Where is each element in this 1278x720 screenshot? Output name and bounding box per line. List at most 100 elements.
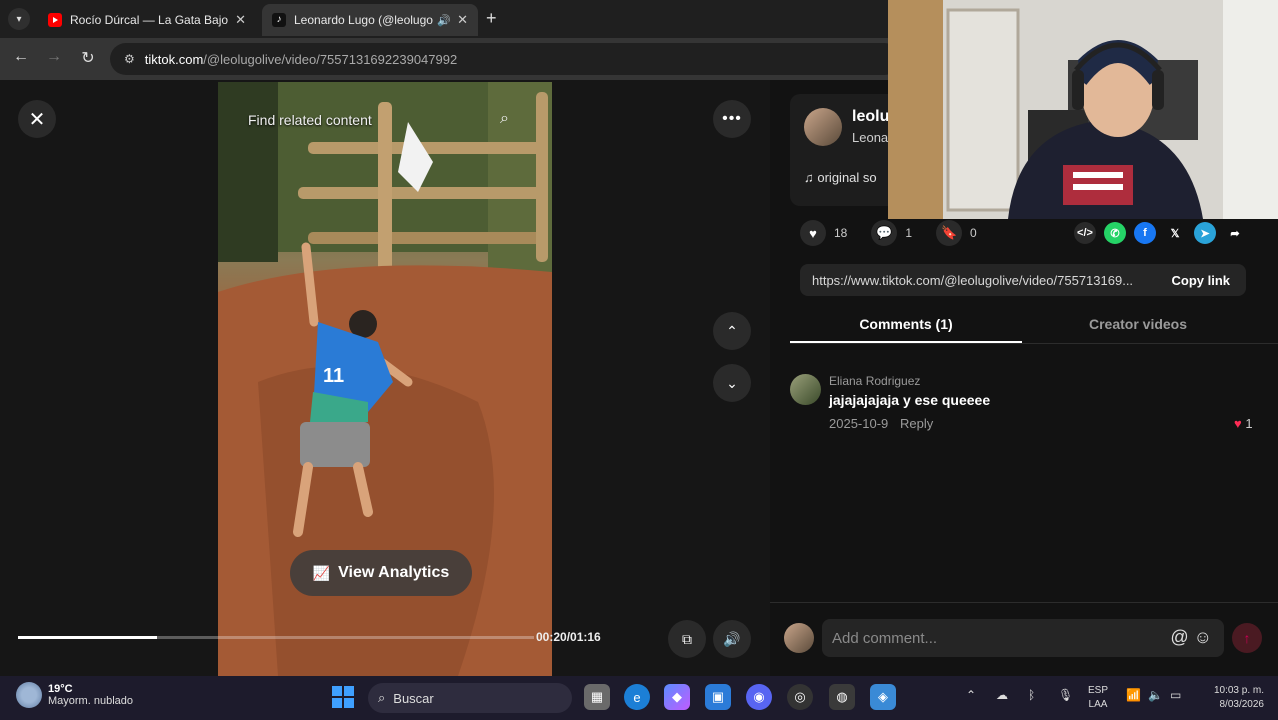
x-icon[interactable]: 𝕏 [1164,222,1186,244]
tiktok-icon: ♪ [272,13,286,27]
author-avatar[interactable] [804,108,842,146]
whatsapp-icon[interactable]: ✆ [1104,222,1126,244]
wifi-icon[interactable]: 📶 [1126,688,1141,702]
url-bar[interactable]: ⚙ tiktok.com /@leolugolive/video/7557131… [110,43,900,75]
video-time: 00:20/01:16 [536,630,601,644]
comment-author[interactable]: Eliana Rodriguez [829,374,920,388]
weather-description: Mayorm. nublado [48,695,133,707]
weather-cloud-icon [16,682,42,708]
forward-icon[interactable]: → [43,48,65,66]
microphone-icon[interactable]: 🎙 [1058,688,1073,702]
analytics-chart-icon: 📈 [312,564,331,581]
onedrive-icon[interactable]: ☁ [996,688,1008,702]
comment-date: 2025-10-9 [829,416,889,431]
next-video-button[interactable]: ⌄ [713,364,751,402]
language-indicator[interactable]: ESP LAA [1088,684,1108,712]
chrome-icon[interactable]: ◍ [829,684,855,710]
mention-icon[interactable]: @ [1170,627,1188,647]
store-icon[interactable]: ▣ [705,684,731,710]
weather-temp: 19°C [48,683,73,695]
comment-icon: 💬 [871,220,898,246]
svg-text:11: 11 [323,365,344,387]
comment-composer: Add comment... @ ☺ ↑ [770,602,1278,676]
url-host: tiktok.com [144,51,204,67]
like-stat[interactable]: ♥ 18 [800,220,847,246]
music-note-icon: ♫ [804,170,814,185]
copilot-icon[interactable]: ◆ [664,684,690,710]
tab-close-icon[interactable]: ✕ [235,12,246,28]
obs-icon[interactable]: ◎ [787,684,813,710]
back-icon[interactable]: ← [10,48,32,66]
music-row[interactable]: ♫ original so [804,170,877,185]
system-clock[interactable]: 10:03 p. m. 8/03/2026 [1200,684,1264,712]
task-view-icon[interactable]: ▦ [584,684,610,710]
edge-icon[interactable]: e [624,684,650,710]
keyboard-layout: LAA [1088,699,1108,710]
tab-tiktok[interactable]: ♪ Leonardo Lugo (@leolugoli 🔊 ✕ [262,4,478,36]
tray-overflow-icon[interactable]: ⌃ [966,688,976,702]
view-analytics-button[interactable]: 📈 View Analytics [290,550,472,596]
tab-title: Rocío Dúrcal — La Gata Bajo La [70,13,230,27]
video-player-area: 11 ✕ Find related content ⌕ ••• ⌃ ⌄ 📈 Vi… [0,80,770,676]
send-comment-button[interactable]: ↑ [1232,623,1262,653]
speaker-icon[interactable]: 🔊 [437,14,451,27]
site-info-icon[interactable]: ⚙ [124,52,135,66]
url-path: /@leolugolive/video/7557131692239047992 [203,51,458,67]
share-arrow-icon[interactable]: ➦ [1224,222,1246,244]
panel-tabs: Comments (1) Creator videos [790,310,1278,344]
comment-count: 1 [905,226,913,240]
copy-link-box: https://www.tiktok.com/@leolugolive/vide… [800,264,1246,296]
new-tab-icon[interactable]: + [486,8,497,29]
discord-icon[interactable]: ◉ [746,684,772,710]
comment-placeholder: Add comment... [832,629,938,647]
bookmark-icon: 🔖 [936,220,963,246]
comment-stat[interactable]: 💬 1 [871,220,912,246]
copy-link-button[interactable]: Copy link [1155,273,1246,288]
clock-time: 10:03 p. m. [1213,685,1264,696]
volume-icon[interactable]: 🔈 [1148,688,1163,702]
volume-icon[interactable]: 🔊 [713,620,751,658]
address-bar-row: ← → ↻ ⚙ tiktok.com /@leolugolive/video/7… [0,38,900,80]
embed-icon[interactable]: </> [1074,222,1096,244]
commenter-avatar[interactable] [790,374,821,405]
taskbar-search[interactable]: ⌕ Buscar [368,683,572,713]
telegram-icon[interactable]: ➤ [1194,222,1216,244]
find-related-content-link[interactable]: Find related content [248,112,372,128]
like-count: 18 [834,226,848,240]
comment-text: jajajajajaja y ese queeee [829,392,991,408]
tab-close-icon[interactable]: ✕ [457,12,468,28]
search-icon[interactable]: ⌕ [500,110,509,128]
windows-taskbar: 19°C Mayorm. nublado ⌕ Buscar ▦ e ◆ ▣ ◉ … [0,676,1278,720]
music-title: original so [817,170,877,185]
tab-search-menu-icon[interactable]: ▾ [8,8,30,30]
comment-like[interactable]: ♥ 1 [1234,416,1253,431]
clock-date: 8/03/2026 [1219,699,1265,710]
reply-button[interactable]: Reply [900,416,933,431]
tab-title: Leonardo Lugo (@leolugoli [294,13,434,27]
emoji-icon[interactable]: ☺ [1194,627,1212,647]
bluetooth-icon[interactable]: ᛒ [1028,688,1035,702]
floating-player-icon[interactable]: ⧉ [668,620,706,658]
save-stat[interactable]: 🔖 0 [936,220,977,246]
facebook-icon[interactable]: f [1134,222,1156,244]
more-options-button[interactable]: ••• [713,100,751,138]
add-comment-input[interactable]: Add comment... @ ☺ [822,619,1224,657]
youtube-icon [48,13,62,27]
tab-creator-videos[interactable]: Creator videos [1022,310,1254,343]
app-icon[interactable]: ◈ [870,684,896,710]
tab-comments[interactable]: Comments (1) [790,310,1022,343]
my-avatar [784,623,814,653]
video-link-url[interactable]: https://www.tiktok.com/@leolugolive/vide… [800,273,1155,288]
windows-start-icon[interactable] [330,684,356,710]
weather-widget[interactable]: 19°C Mayorm. nublado [16,682,133,708]
battery-icon[interactable]: ▭ [1170,688,1181,702]
view-analytics-label: View Analytics [338,564,450,581]
previous-video-button[interactable]: ⌃ [713,312,751,350]
reload-icon[interactable]: ↻ [77,48,99,68]
heart-icon: ♥ [1234,416,1242,431]
close-video-button[interactable]: ✕ [18,100,56,138]
author-username[interactable]: leolu [852,108,889,126]
tab-youtube[interactable]: Rocío Dúrcal — La Gata Bajo La ✕ [38,4,256,36]
save-count: 0 [970,226,977,240]
video-progress-bar[interactable] [18,636,534,639]
